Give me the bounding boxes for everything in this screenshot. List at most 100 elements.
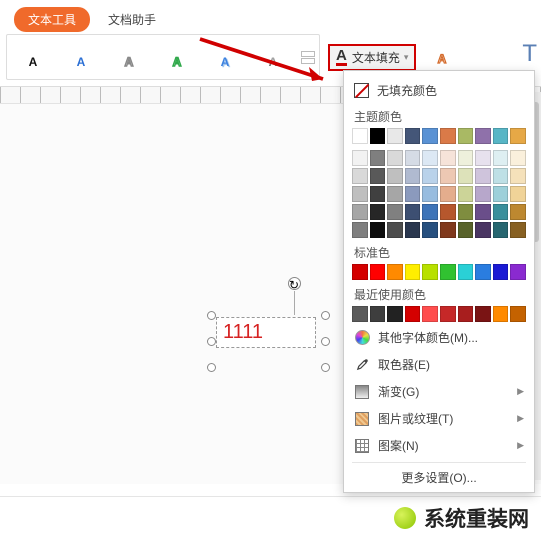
resize-handle[interactable] <box>207 337 216 346</box>
color-swatch[interactable] <box>440 168 456 184</box>
color-swatch[interactable] <box>493 306 509 322</box>
color-swatch[interactable] <box>352 264 368 280</box>
style-preset-1[interactable]: A <box>11 37 55 77</box>
color-swatch[interactable] <box>510 168 526 184</box>
color-swatch[interactable] <box>440 264 456 280</box>
color-swatch[interactable] <box>405 306 421 322</box>
color-swatch[interactable] <box>475 306 491 322</box>
color-swatch[interactable] <box>370 186 386 202</box>
color-swatch[interactable] <box>510 306 526 322</box>
other-colors-option[interactable]: 其他字体颜色(M)... <box>352 324 526 351</box>
color-swatch[interactable] <box>458 306 474 322</box>
color-swatch[interactable] <box>440 306 456 322</box>
color-swatch[interactable] <box>440 222 456 238</box>
color-swatch[interactable] <box>458 128 474 144</box>
color-swatch[interactable] <box>352 204 368 220</box>
text-content[interactable]: 1111 <box>216 317 316 348</box>
color-swatch[interactable] <box>510 264 526 280</box>
resize-handle[interactable] <box>207 363 216 372</box>
color-swatch[interactable] <box>493 150 509 166</box>
color-swatch[interactable] <box>387 222 403 238</box>
color-swatch[interactable] <box>475 264 491 280</box>
texture-option[interactable]: 图片或纹理(T) ▶ <box>352 405 526 432</box>
gradient-option[interactable]: 渐变(G) ▶ <box>352 378 526 405</box>
color-swatch[interactable] <box>405 128 421 144</box>
color-swatch[interactable] <box>440 128 456 144</box>
color-swatch[interactable] <box>422 222 438 238</box>
style-preset-4[interactable]: A <box>155 37 199 77</box>
color-swatch[interactable] <box>370 204 386 220</box>
color-swatch[interactable] <box>370 168 386 184</box>
color-swatch[interactable] <box>352 222 368 238</box>
color-swatch[interactable] <box>475 204 491 220</box>
color-swatch[interactable] <box>387 264 403 280</box>
color-swatch[interactable] <box>458 186 474 202</box>
color-swatch[interactable] <box>387 186 403 202</box>
eyedropper-option[interactable]: 取色器(E) <box>352 351 526 378</box>
pattern-option[interactable]: 图案(N) ▶ <box>352 432 526 459</box>
color-swatch[interactable] <box>405 150 421 166</box>
color-swatch[interactable] <box>352 186 368 202</box>
color-swatch[interactable] <box>422 128 438 144</box>
color-swatch[interactable] <box>387 128 403 144</box>
color-swatch[interactable] <box>493 264 509 280</box>
color-swatch[interactable] <box>422 150 438 166</box>
color-swatch[interactable] <box>370 222 386 238</box>
color-swatch[interactable] <box>475 128 491 144</box>
color-swatch[interactable] <box>352 306 368 322</box>
color-swatch[interactable] <box>493 204 509 220</box>
text-effects-button[interactable]: A <box>432 47 452 67</box>
style-preset-2[interactable]: A <box>59 37 103 77</box>
resize-handle[interactable] <box>321 311 330 320</box>
color-swatch[interactable] <box>440 150 456 166</box>
no-fill-option[interactable]: 无填充颜色 <box>352 77 526 104</box>
color-swatch[interactable] <box>370 128 386 144</box>
color-swatch[interactable] <box>440 204 456 220</box>
style-preset-3[interactable]: A <box>107 37 151 77</box>
color-swatch[interactable] <box>510 204 526 220</box>
color-swatch[interactable] <box>493 128 509 144</box>
doc-helper-link[interactable]: 文档助手 <box>108 11 156 28</box>
color-swatch[interactable] <box>422 306 438 322</box>
color-swatch[interactable] <box>493 186 509 202</box>
rotate-handle[interactable]: ↻ <box>288 277 301 290</box>
color-swatch[interactable] <box>422 186 438 202</box>
color-swatch[interactable] <box>510 128 526 144</box>
color-swatch[interactable] <box>352 128 368 144</box>
color-swatch[interactable] <box>510 150 526 166</box>
text-transform-icon[interactable]: T <box>522 40 537 68</box>
resize-handle[interactable] <box>207 311 216 320</box>
color-swatch[interactable] <box>370 306 386 322</box>
text-tool-pill[interactable]: 文本工具 <box>14 7 90 32</box>
color-swatch[interactable] <box>405 264 421 280</box>
color-swatch[interactable] <box>352 150 368 166</box>
resize-handle[interactable] <box>321 337 330 346</box>
color-swatch[interactable] <box>493 168 509 184</box>
color-swatch[interactable] <box>370 150 386 166</box>
color-swatch[interactable] <box>475 222 491 238</box>
color-swatch[interactable] <box>387 150 403 166</box>
color-swatch[interactable] <box>405 204 421 220</box>
color-swatch[interactable] <box>458 222 474 238</box>
color-swatch[interactable] <box>475 150 491 166</box>
color-swatch[interactable] <box>405 222 421 238</box>
color-swatch[interactable] <box>387 306 403 322</box>
color-swatch[interactable] <box>510 186 526 202</box>
resize-handle[interactable] <box>321 363 330 372</box>
color-swatch[interactable] <box>493 222 509 238</box>
color-swatch[interactable] <box>440 186 456 202</box>
color-swatch[interactable] <box>458 168 474 184</box>
color-swatch[interactable] <box>458 204 474 220</box>
color-swatch[interactable] <box>422 204 438 220</box>
selected-textbox-group[interactable]: ↻ 1111 <box>212 289 330 363</box>
color-swatch[interactable] <box>387 204 403 220</box>
style-preset-6[interactable]: A <box>251 37 295 77</box>
color-swatch[interactable] <box>458 150 474 166</box>
color-swatch[interactable] <box>475 168 491 184</box>
color-swatch[interactable] <box>370 264 386 280</box>
text-fill-button[interactable]: A 文本填充 ▾ <box>328 44 416 71</box>
more-settings-option[interactable]: 更多设置(O)... <box>352 462 526 488</box>
color-swatch[interactable] <box>405 186 421 202</box>
color-swatch[interactable] <box>510 222 526 238</box>
color-swatch[interactable] <box>405 168 421 184</box>
